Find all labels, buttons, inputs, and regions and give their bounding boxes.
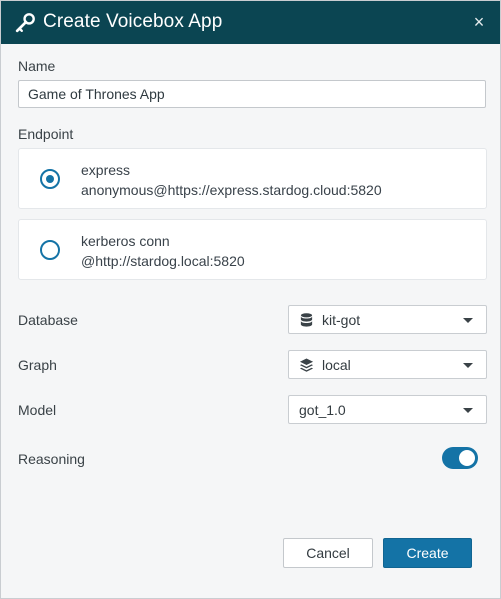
- dialog-header: Create Voicebox App ×: [1, 1, 500, 44]
- graph-value: local: [322, 357, 351, 373]
- reasoning-label: Reasoning: [18, 451, 85, 467]
- create-button[interactable]: Create: [383, 538, 472, 568]
- endpoint-option-express[interactable]: express anonymous@https://express.stardo…: [18, 148, 487, 209]
- close-icon: ×: [473, 11, 485, 32]
- app-name-input[interactable]: [18, 80, 486, 108]
- endpoint-radio-kerberos[interactable]: [40, 240, 60, 260]
- chevron-down-icon: [463, 408, 473, 413]
- dialog-title: Create Voicebox App: [43, 11, 223, 32]
- model-label: Model: [18, 402, 57, 418]
- toggle-knob: [459, 450, 475, 466]
- radio-selected-dot: [46, 175, 54, 183]
- model-select[interactable]: got_1.0: [288, 395, 487, 424]
- reasoning-toggle[interactable]: [442, 447, 478, 469]
- name-label: Name: [18, 58, 56, 74]
- endpoint-option-kerberos[interactable]: kerberos conn @http://stardog.local:5820: [18, 219, 487, 280]
- cancel-button[interactable]: Cancel: [283, 538, 373, 568]
- key-icon: [15, 13, 35, 33]
- graph-label: Graph: [18, 357, 57, 373]
- graph-select[interactable]: local: [288, 350, 487, 379]
- database-icon: [300, 313, 313, 327]
- create-voicebox-dialog: Create Voicebox App × Name Endpoint expr…: [0, 0, 501, 599]
- endpoint-radio-express[interactable]: [40, 169, 60, 189]
- database-label: Database: [18, 312, 78, 328]
- model-value: got_1.0: [299, 402, 346, 418]
- endpoint-name: express: [81, 162, 131, 178]
- database-value: kit-got: [322, 312, 361, 328]
- endpoint-url: anonymous@https://express.stardog.cloud:…: [81, 182, 382, 198]
- endpoint-name: kerberos conn: [81, 233, 170, 249]
- endpoint-url: @http://stardog.local:5820: [81, 253, 245, 269]
- endpoint-label: Endpoint: [18, 126, 74, 142]
- layers-icon: [299, 358, 314, 372]
- chevron-down-icon: [463, 318, 473, 323]
- chevron-down-icon: [463, 363, 473, 368]
- close-button[interactable]: ×: [468, 11, 490, 33]
- database-select[interactable]: kit-got: [288, 305, 487, 334]
